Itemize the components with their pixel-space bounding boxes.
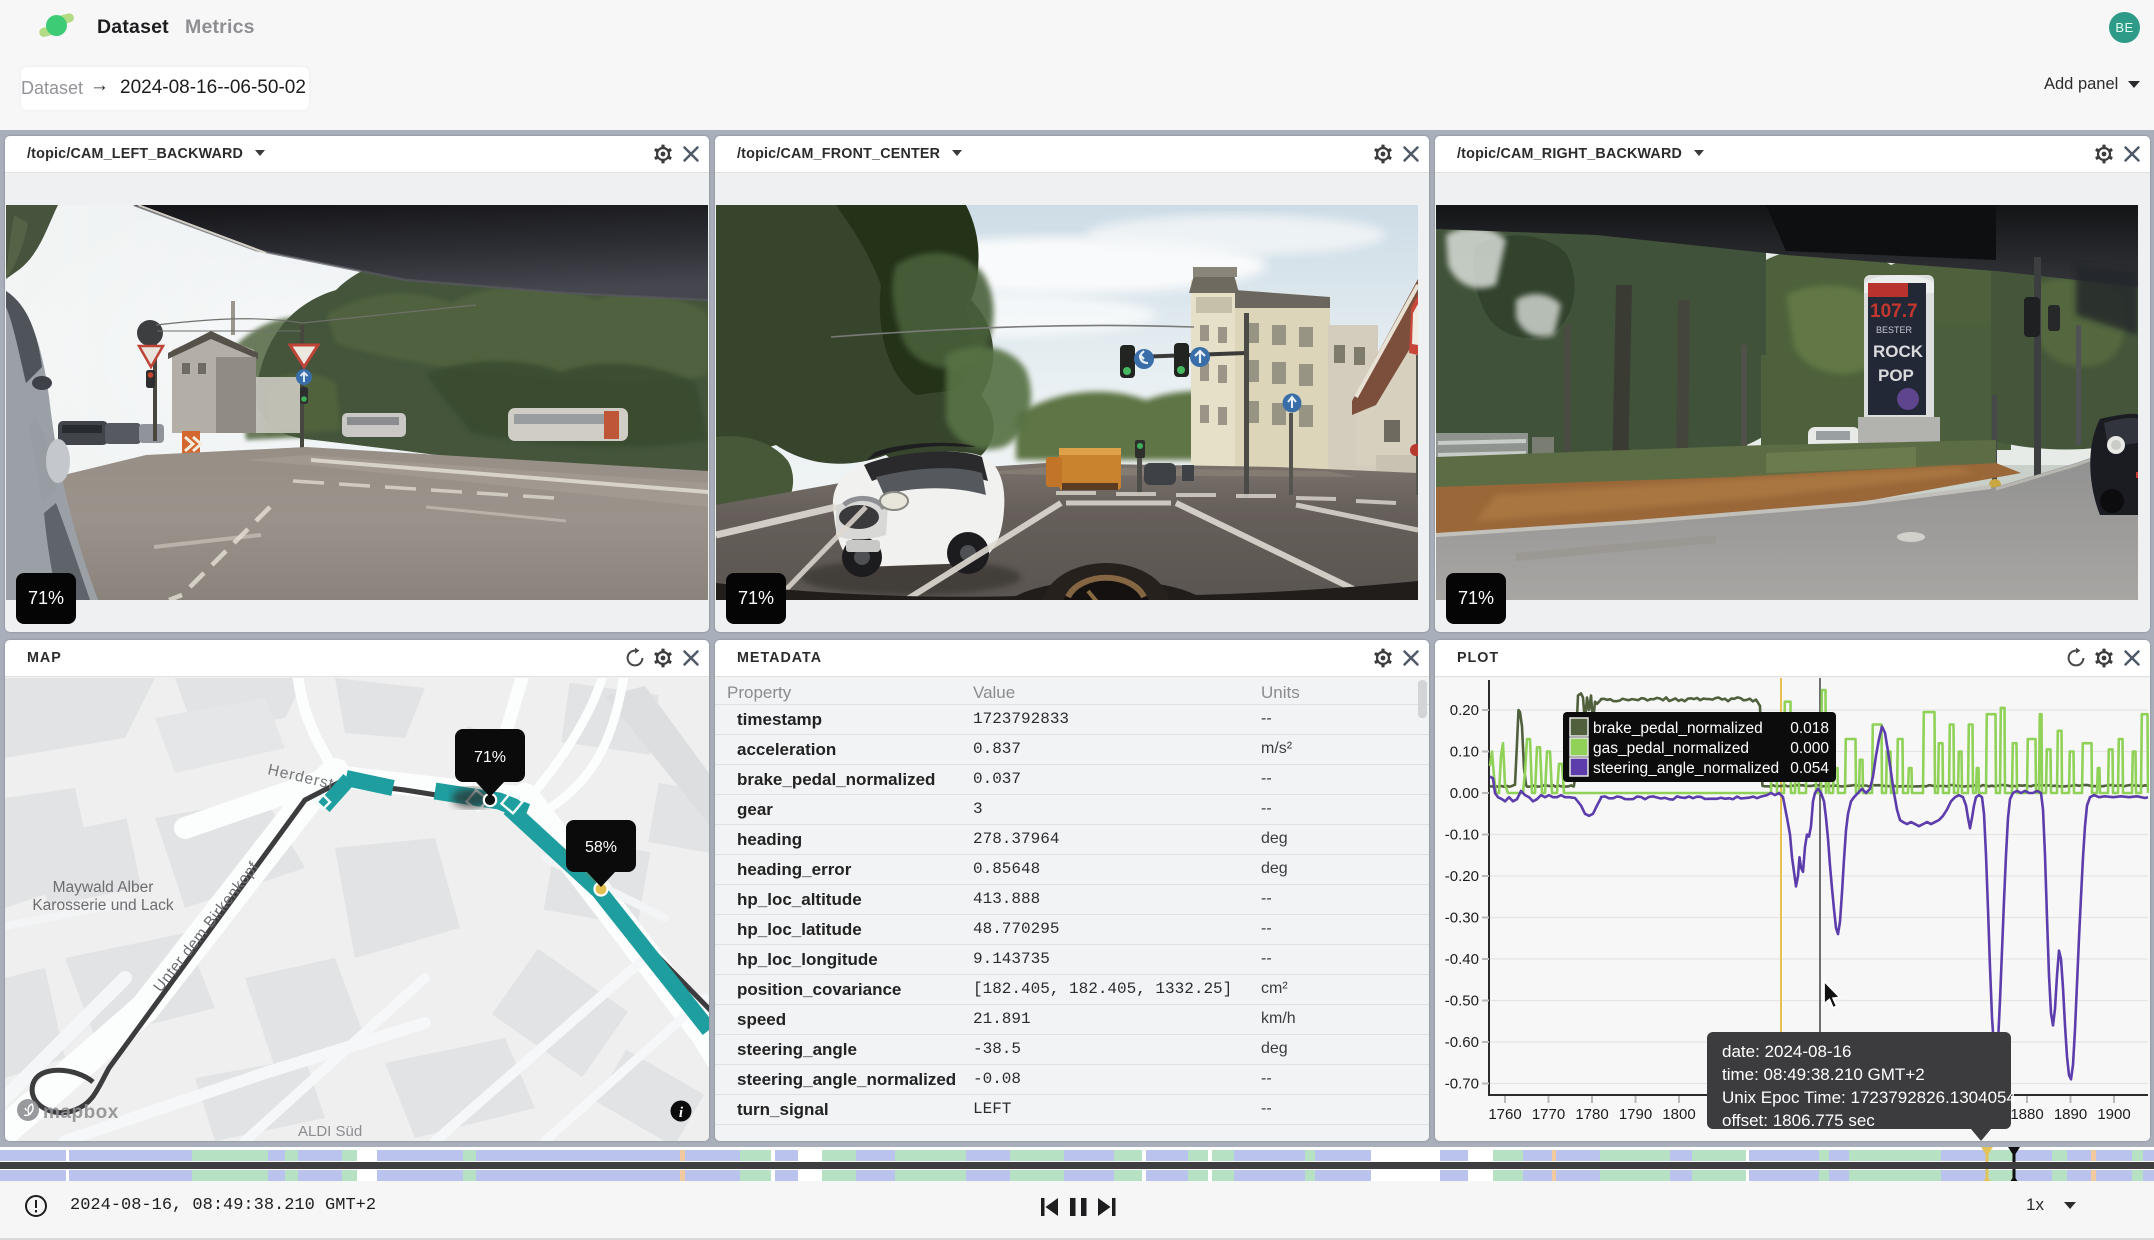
svg-text:71%: 71%: [474, 749, 506, 766]
svg-text:BESTER: BESTER: [1876, 325, 1913, 335]
svg-text:-0.20: -0.20: [1445, 868, 1479, 885]
svg-text:107.7: 107.7: [1870, 301, 1918, 322]
svg-text:0.10: 0.10: [1450, 744, 1479, 761]
svg-text:date: 2024-08-16: date: 2024-08-16: [1722, 1042, 1852, 1061]
svg-text:Unix Epoc Time: 1723792826.130: Unix Epoc Time: 1723792826.1304054: [1722, 1088, 2016, 1107]
svg-text:-0.60: -0.60: [1445, 1034, 1479, 1051]
svg-text:ALDI Süd: ALDI Süd: [298, 1123, 362, 1140]
svg-text:-0.70: -0.70: [1445, 1076, 1479, 1093]
svg-text:1780: 1780: [1575, 1106, 1608, 1123]
svg-text:0.018: 0.018: [1790, 720, 1829, 737]
svg-text:mapbox: mapbox: [43, 1102, 119, 1123]
svg-text:offset: 1806.775 sec: offset: 1806.775 sec: [1722, 1111, 1875, 1130]
svg-text:-0.10: -0.10: [1445, 827, 1479, 844]
svg-text:time: 08:49:38.210 GMT+2: time: 08:49:38.210 GMT+2: [1722, 1065, 1925, 1084]
svg-text:1770: 1770: [1532, 1106, 1565, 1123]
svg-text:1800: 1800: [1662, 1106, 1695, 1123]
svg-text:-0.50: -0.50: [1445, 993, 1479, 1010]
svg-text:-0.40: -0.40: [1445, 951, 1479, 968]
svg-text:brake_pedal_normalized: brake_pedal_normalized: [1593, 720, 1763, 737]
svg-text:Maywald Alber: Maywald Alber: [53, 879, 154, 896]
svg-text:1900: 1900: [2097, 1106, 2130, 1123]
svg-text:0.20: 0.20: [1450, 702, 1479, 719]
svg-text:1790: 1790: [1619, 1106, 1652, 1123]
svg-text:1890: 1890: [2054, 1106, 2087, 1123]
svg-text:ROCK: ROCK: [1873, 342, 1924, 361]
svg-text:1880: 1880: [2010, 1106, 2043, 1123]
svg-text:Karosserie und Lack: Karosserie und Lack: [32, 897, 174, 914]
svg-text:POP: POP: [1878, 366, 1914, 385]
svg-text:0.054: 0.054: [1790, 760, 1829, 777]
svg-text:0.000: 0.000: [1790, 740, 1829, 757]
svg-text:0.00: 0.00: [1450, 785, 1479, 802]
svg-text:58%: 58%: [585, 839, 617, 856]
svg-text:1760: 1760: [1488, 1106, 1521, 1123]
svg-text:steering_angle_normalized: steering_angle_normalized: [1593, 760, 1779, 777]
svg-text:gas_pedal_normalized: gas_pedal_normalized: [1593, 740, 1749, 757]
svg-text:-0.30: -0.30: [1445, 910, 1479, 927]
